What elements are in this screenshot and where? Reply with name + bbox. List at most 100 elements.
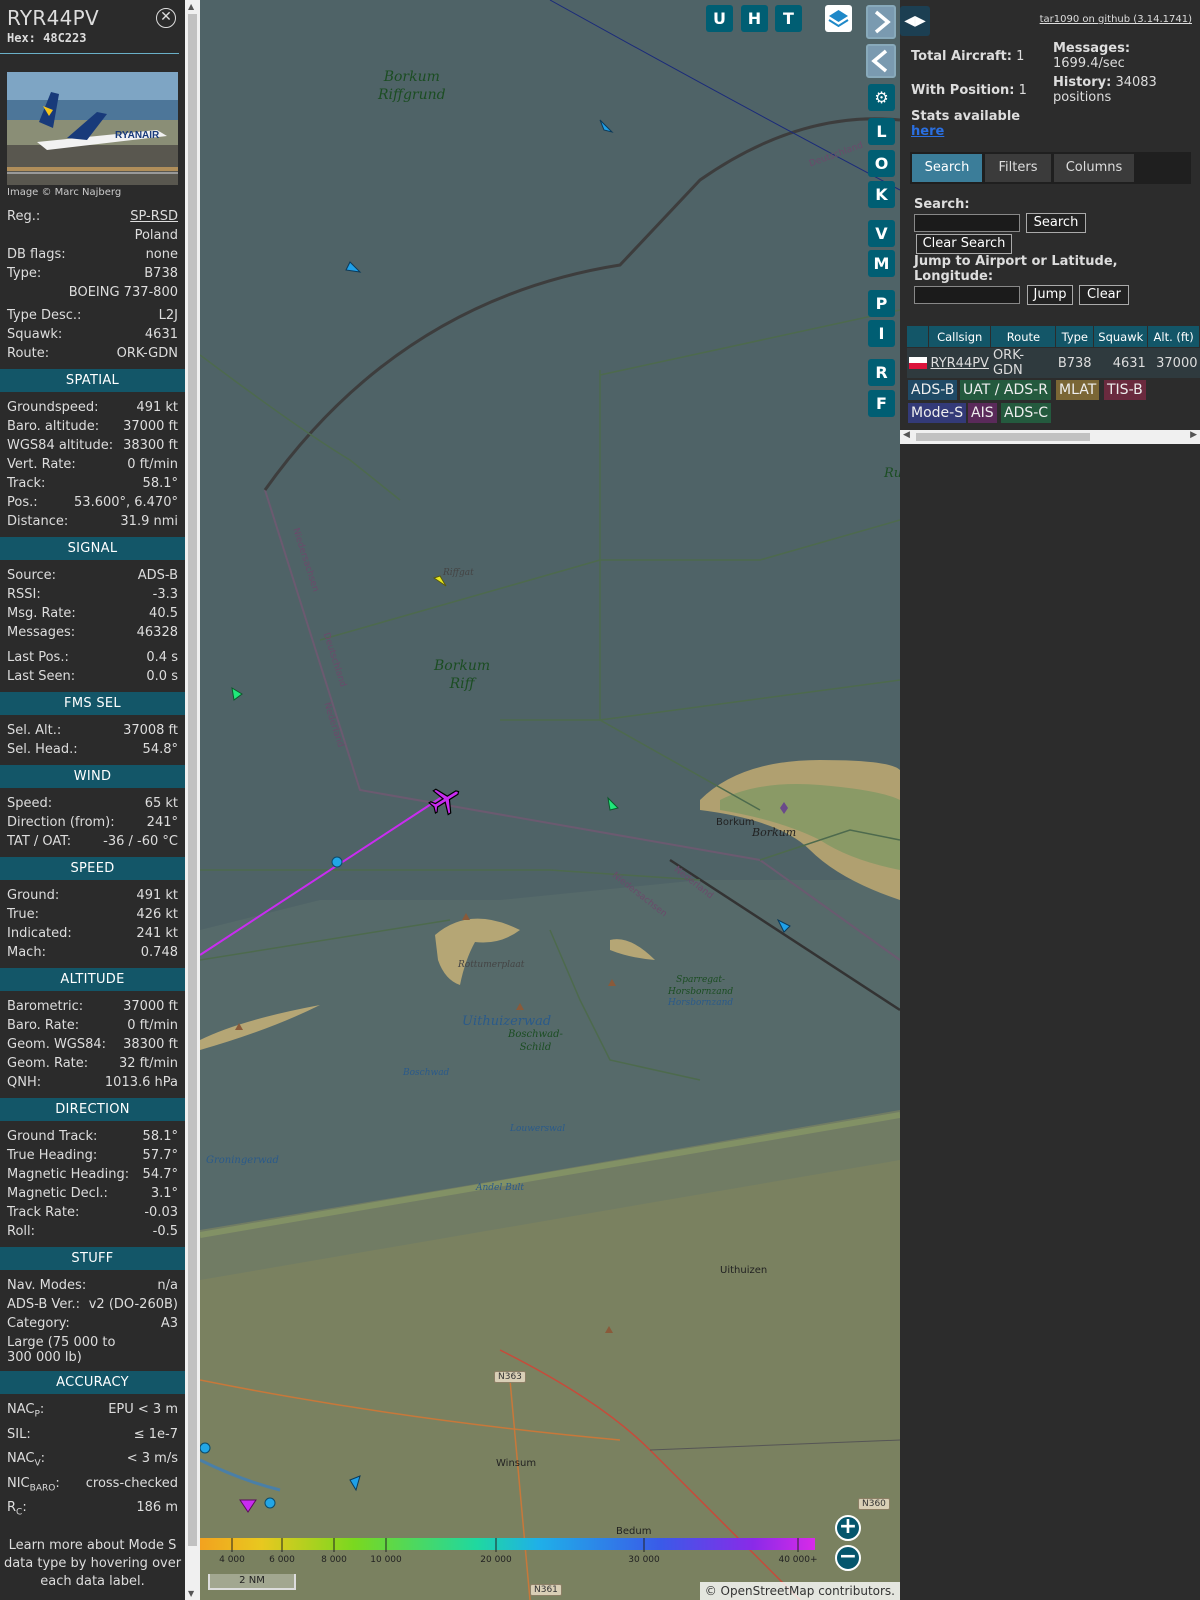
label-rottumerplaat: Rottumerplaat xyxy=(458,960,525,970)
zoom-in-icon[interactable]: + xyxy=(835,1515,861,1541)
scroll-up-icon[interactable]: ▲ xyxy=(188,2,194,11)
altitude-value: 37000 ft xyxy=(123,999,178,1014)
col-route[interactable]: Route xyxy=(990,325,1057,348)
spatial-value: 491 kt xyxy=(136,400,178,415)
clear-search-button[interactable]: Clear Search xyxy=(916,234,1012,254)
selected-hex: Hex: 48C223 xyxy=(7,31,87,45)
road-n360: N360 xyxy=(858,1498,890,1510)
map[interactable]: 4 000 6 000 8 000 10 000 20 000 30 000 40 000+… xyxy=(200,0,900,1600)
search-input[interactable] xyxy=(914,214,1020,232)
type-row: Type: B738 xyxy=(0,264,185,283)
scroll-right-icon[interactable]: ▶ xyxy=(1190,430,1197,440)
source-tag-ads-c[interactable]: ADS-C xyxy=(1001,403,1052,423)
col-flag[interactable] xyxy=(906,325,929,348)
map-button-k[interactable]: K xyxy=(868,181,895,208)
messages-label: Messages: xyxy=(1053,41,1131,56)
map-button-f[interactable]: F xyxy=(868,390,895,417)
attribution-prefix: © xyxy=(704,1584,721,1598)
col-squawk[interactable]: Squawk xyxy=(1093,325,1149,348)
label-bedum: Bedum xyxy=(616,1526,652,1537)
hscroll-thumb[interactable] xyxy=(916,433,1090,441)
sidebar: ◀▶ tar1090 on github (3.14.1741) Total A… xyxy=(900,0,1200,1600)
source-tag-tis-b[interactable]: TIS-B xyxy=(1104,380,1146,400)
scale-tick-label: 8 000 xyxy=(321,1555,347,1565)
clear-button[interactable]: Clear xyxy=(1079,285,1129,305)
signal-label: Last Pos.: xyxy=(7,650,69,665)
scroll-down-icon[interactable]: ▼ xyxy=(188,1589,194,1598)
direction-value: 58.1° xyxy=(142,1129,178,1144)
zoom-out-icon[interactable]: − xyxy=(835,1545,861,1571)
tab-filters[interactable]: Filters xyxy=(985,154,1051,182)
github-link[interactable]: tar1090 on github (3.14.1741) xyxy=(1040,14,1192,25)
fms-label: Sel. Head.: xyxy=(7,742,78,757)
spatial-value: 0 ft/min xyxy=(127,457,178,472)
stuff-row: Nav. Modes: n/a xyxy=(0,1276,185,1295)
spatial-row: Track: 58.1° xyxy=(0,474,185,493)
typedesc-row: Type Desc.: L2J xyxy=(0,306,185,325)
speed-label: Ground: xyxy=(7,888,60,903)
spatial-value: 58.1° xyxy=(142,476,178,491)
speed-row: True: 426 kt xyxy=(0,905,185,924)
map-button-m[interactable]: M xyxy=(868,250,895,277)
row-callsign[interactable]: RYR44PV xyxy=(928,347,991,378)
tab-columns[interactable]: Columns xyxy=(1054,154,1134,182)
label-borkum-town: Borkum xyxy=(716,817,755,828)
signal-row: Last Seen: 0.0 s xyxy=(0,667,185,686)
layers-icon[interactable] xyxy=(825,5,852,32)
jump-input[interactable] xyxy=(914,286,1020,304)
search-button[interactable]: Search xyxy=(1026,213,1086,233)
map-canvas: 4 000 6 000 8 000 10 000 20 000 30 000 40 000+ xyxy=(200,0,900,1600)
map-button-u[interactable]: U xyxy=(706,5,733,32)
scroll-thumb[interactable] xyxy=(188,14,197,1546)
stats-link[interactable]: here xyxy=(911,124,944,139)
info-scrollbar[interactable]: ▲ ▼ xyxy=(185,0,200,1600)
dbflags-label: DB flags: xyxy=(7,247,66,262)
altitude-value: 38300 ft xyxy=(123,1037,178,1052)
tab-search[interactable]: Search xyxy=(912,154,982,182)
scroll-left-icon[interactable]: ◀ xyxy=(903,430,910,440)
chevron-left-icon[interactable] xyxy=(866,44,896,78)
source-tag-mlat[interactable]: MLAT xyxy=(1056,380,1100,400)
map-button-h[interactable]: H xyxy=(741,5,768,32)
row-type: B738 xyxy=(1055,347,1094,378)
table-row[interactable]: RYR44PV ORK-GDN B738 4631 37000 xyxy=(906,347,1200,378)
speed-value: 241 kt xyxy=(136,926,178,941)
osm-link[interactable]: OpenStreetMap xyxy=(721,1584,815,1598)
stats-available: Stats available here xyxy=(911,109,1020,139)
col-alt[interactable]: Alt. (ft) xyxy=(1147,325,1200,348)
col-callsign[interactable]: Callsign xyxy=(927,325,992,348)
table-horizontal-scrollbar[interactable]: ◀ ▶ xyxy=(900,430,1200,444)
direction-row: Ground Track: 58.1° xyxy=(0,1127,185,1146)
map-button-l[interactable]: L xyxy=(868,118,895,145)
map-button-i[interactable]: I xyxy=(868,320,895,347)
expand-collapse-icon[interactable]: ◀▶ xyxy=(900,6,930,36)
spatial-row: WGS84 altitude: 38300 ft xyxy=(0,436,185,455)
source-tag-mode-s[interactable]: Mode-S xyxy=(908,403,967,423)
signal-value: 46328 xyxy=(136,625,178,640)
wind-label: Speed: xyxy=(7,796,53,811)
jump-button[interactable]: Jump xyxy=(1027,285,1073,305)
altitude-label: Baro. Rate: xyxy=(7,1018,80,1033)
map-button-o[interactable]: O xyxy=(868,150,895,177)
stats-label: Stats available xyxy=(911,109,1021,124)
speed-row: Indicated: 241 kt xyxy=(0,924,185,943)
stuff-label: ADS-B Ver.: xyxy=(7,1297,80,1312)
close-icon[interactable]: ✕ xyxy=(156,8,176,28)
map-button-v[interactable]: V xyxy=(868,220,895,247)
info-sections: SPATIAL Groundspeed: 491 kt Baro. altitude:… xyxy=(0,369,185,1523)
map-button-r[interactable]: R xyxy=(868,359,895,386)
squawk-value: 4631 xyxy=(144,327,178,342)
source-tag-ais[interactable]: AIS xyxy=(968,403,997,423)
squawk-row: Squawk: 4631 xyxy=(0,325,185,344)
registration-link[interactable]: SP-RSD xyxy=(130,207,178,226)
map-button-t[interactable]: T xyxy=(775,5,802,32)
chevron-right-icon[interactable] xyxy=(866,5,896,39)
col-type[interactable]: Type xyxy=(1055,325,1095,348)
source-tag-ads-b[interactable]: ADS-B xyxy=(908,380,958,400)
settings-gear-icon[interactable]: ⚙ xyxy=(868,84,895,111)
source-tag-uat-ads-r[interactable]: UAT / ADS-R xyxy=(960,380,1051,400)
map-button-p[interactable]: P xyxy=(868,290,895,317)
spatial-row: Pos.: 53.600°, 6.470° xyxy=(0,493,185,512)
reg-row: Reg.: SP-RSD xyxy=(0,207,185,226)
aircraft-photo[interactable]: RYANAIR xyxy=(7,72,178,185)
